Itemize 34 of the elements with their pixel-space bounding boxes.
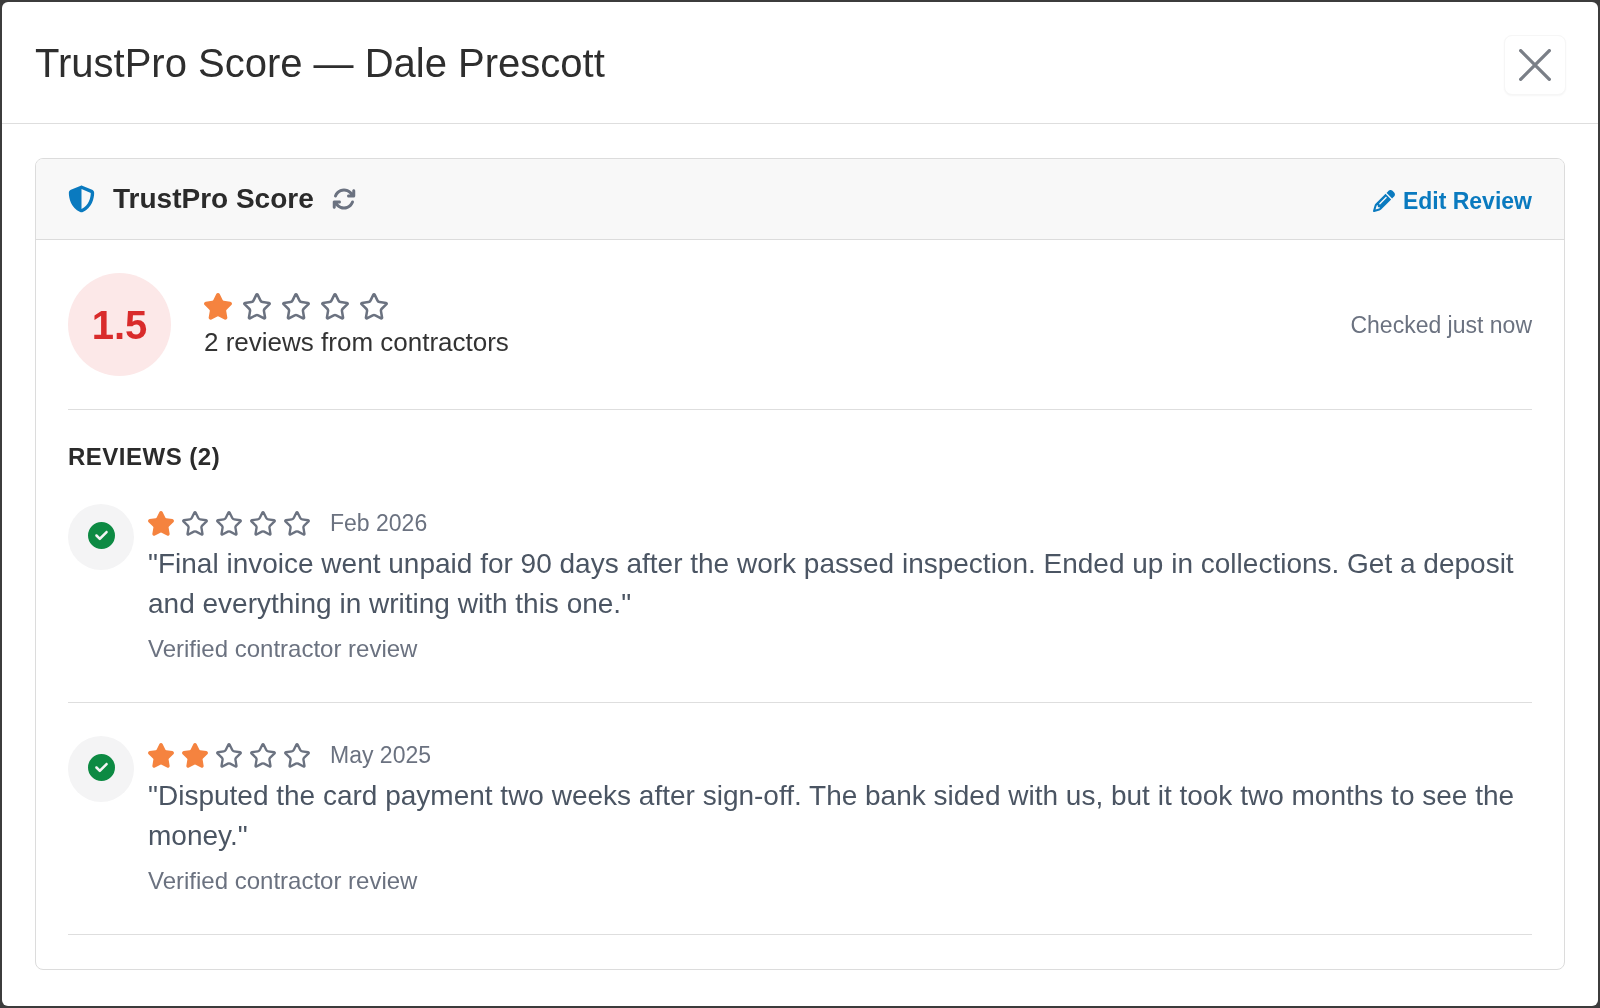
- star-icon: [182, 742, 208, 768]
- score-badge: 1.5: [68, 273, 171, 376]
- review-date: May 2025: [330, 741, 431, 769]
- pencil-icon: [1372, 190, 1395, 212]
- close-icon: [1519, 48, 1551, 81]
- review-text: "Final invoice went unpaid for 90 days after the work passed inspection. Ended up in collections. Get a deposit and everything in writing with this one.": [148, 547, 1515, 621]
- star-outline-icon: [182, 510, 208, 536]
- refresh-button[interactable]: [331, 187, 356, 211]
- star-icon: [148, 510, 174, 536]
- dialog-title: TrustPro Score — Dale Prescott: [35, 39, 605, 86]
- review-text: "Disputed the card payment two weeks after sign-off. The bank sided with us, but it took two months to see the money.": [148, 779, 1516, 853]
- star-outline-icon: [360, 292, 388, 320]
- verification-note: Verified contractor review: [148, 635, 418, 663]
- star-icon: [148, 742, 174, 768]
- checked-status: Checked just now: [1350, 310, 1532, 339]
- close-button[interactable]: [1504, 34, 1566, 95]
- star-icon: [204, 292, 232, 320]
- star-outline-icon: [216, 510, 242, 536]
- card-title: TrustPro Score: [113, 183, 314, 215]
- refresh-icon: [331, 187, 356, 211]
- review-summary: 2 reviews from contractors: [204, 327, 509, 357]
- reviews-heading: REVIEWS (2): [68, 443, 221, 471]
- star-outline-icon: [284, 510, 310, 536]
- verification-note: Verified contractor review: [148, 867, 418, 895]
- star-outline-icon: [282, 292, 310, 320]
- star-outline-icon: [243, 292, 271, 320]
- shield-icon: [68, 185, 95, 213]
- review-date: Feb 2026: [330, 509, 428, 537]
- star-outline-icon: [284, 742, 310, 768]
- star-outline-icon: [250, 510, 276, 536]
- star-outline-icon: [321, 292, 349, 320]
- star-outline-icon: [216, 742, 242, 768]
- star-outline-icon: [250, 742, 276, 768]
- edit-review-button[interactable]: Edit Review: [1372, 187, 1532, 215]
